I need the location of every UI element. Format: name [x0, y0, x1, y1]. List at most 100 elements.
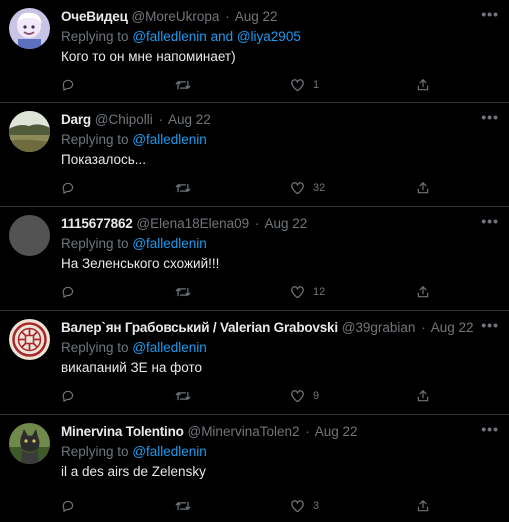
retweet-button[interactable] — [175, 387, 191, 405]
mention-link[interactable]: @falledlenin — [132, 444, 207, 459]
more-options-icon[interactable]: ••• — [481, 109, 499, 125]
tweet-actions: 3 — [61, 497, 501, 515]
mention-link[interactable]: @falledlenin — [132, 340, 207, 355]
like-count: 32 — [313, 182, 326, 194]
like-count: 3 — [313, 500, 320, 512]
replying-to-label: Replying to — [61, 340, 129, 355]
like-button[interactable]: 12 — [290, 283, 325, 301]
more-options-icon[interactable]: ••• — [481, 421, 499, 437]
tweet-text: викапаний ЗЕ на фото — [61, 360, 203, 375]
like-button[interactable]: 3 — [290, 497, 319, 515]
mention-link[interactable]: @falledlenin — [132, 132, 207, 147]
reply-button[interactable] — [61, 76, 75, 94]
cat-photo-avatar-icon — [9, 423, 50, 464]
user-handle[interactable]: @39grabian — [342, 320, 416, 335]
replying-to-line: Replying to @falledlenin — [61, 132, 207, 148]
user-handle[interactable]: @MoreUkropa — [131, 9, 219, 24]
tweet-actions: 9 — [61, 387, 501, 405]
retweet-button[interactable] — [175, 497, 191, 515]
display-name[interactable]: Валер`ян Грабовський / Valerian Grabovsk… — [61, 320, 338, 335]
replies-feed: ОчеВидец @MoreUkropa · Aug 22 ••• Replyi… — [0, 0, 509, 522]
tweet-actions: 32 — [61, 179, 501, 197]
heart-icon — [291, 500, 304, 513]
retweet-icon — [175, 183, 191, 193]
avatar[interactable] — [9, 423, 50, 464]
reply-icon — [62, 390, 74, 402]
avatar[interactable] — [9, 8, 50, 49]
ornament-symbol-avatar-icon — [9, 319, 50, 360]
retweet-icon — [175, 80, 191, 90]
replying-to-line: Replying to @falledlenin — [61, 340, 207, 356]
tweet-actions: 1 — [61, 76, 501, 94]
reply-button[interactable] — [61, 387, 75, 405]
replying-to-line: Replying to @falledlenin — [61, 444, 207, 460]
tweet-date[interactable]: Aug 22 — [315, 424, 358, 439]
share-icon — [417, 500, 429, 512]
like-button[interactable]: 32 — [290, 179, 325, 197]
display-name[interactable]: Darg — [61, 112, 91, 127]
tweet-actions: 12 — [61, 283, 501, 301]
retweet-button[interactable] — [175, 76, 191, 94]
reply-tweet[interactable]: 1115677862 @Elena18Elena09 · Aug 22 ••• … — [0, 207, 509, 311]
display-name[interactable]: Minervina Tolentino — [61, 424, 184, 439]
separator-dot: · — [421, 320, 426, 335]
replying-to-label: Replying to — [61, 29, 129, 44]
share-button[interactable] — [416, 76, 430, 94]
reply-button[interactable] — [61, 497, 75, 515]
user-handle[interactable]: @MinervinaTolen2 — [187, 424, 299, 439]
user-handle[interactable]: @Chipolli — [95, 112, 153, 127]
heart-icon — [291, 182, 304, 195]
like-count: 1 — [313, 79, 320, 91]
reply-tweet[interactable]: Валер`ян Грабовський / Valerian Grabovsk… — [0, 311, 509, 415]
tweet-header: ОчеВидец @MoreUkropa · Aug 22 — [61, 9, 278, 25]
user-handle[interactable]: @Elena18Elena09 — [136, 216, 249, 231]
heart-icon — [291, 286, 304, 299]
avatar[interactable] — [9, 319, 50, 360]
tweet-header: Валер`ян Грабовський / Valerian Grabovsk… — [61, 320, 474, 336]
tweet-text: На Зеленського схожий!!! — [61, 256, 220, 271]
display-name[interactable]: ОчеВидец — [61, 9, 128, 24]
separator-dot: · — [158, 112, 163, 127]
reply-icon — [62, 79, 74, 91]
retweet-button[interactable] — [175, 179, 191, 197]
tweet-date[interactable]: Aug 22 — [264, 216, 307, 231]
tweet-date[interactable]: Aug 22 — [431, 320, 474, 335]
default-gray-avatar-icon — [9, 215, 50, 256]
tweet-date[interactable]: Aug 22 — [168, 112, 211, 127]
tweet-date[interactable]: Aug 22 — [235, 9, 278, 24]
share-button[interactable] — [416, 283, 430, 301]
heart-icon — [291, 79, 304, 92]
avatar[interactable] — [9, 215, 50, 256]
reply-tweet[interactable]: Minervina Tolentino @MinervinaTolen2 · A… — [0, 415, 509, 522]
more-options-icon[interactable]: ••• — [481, 317, 499, 333]
mention-link[interactable]: @falledlenin — [132, 236, 207, 251]
more-options-icon[interactable]: ••• — [481, 213, 499, 229]
replying-to-label: Replying to — [61, 236, 129, 251]
reply-tweet[interactable]: ОчеВидец @MoreUkropa · Aug 22 ••• Replyi… — [0, 0, 509, 103]
share-button[interactable] — [416, 497, 430, 515]
smiling-person-avatar-icon — [9, 8, 50, 49]
display-name[interactable]: 1115677862 — [61, 216, 133, 231]
more-options-icon[interactable]: ••• — [481, 6, 499, 22]
like-count: 9 — [313, 390, 320, 402]
retweet-icon — [175, 391, 191, 401]
replying-to-label: Replying to — [61, 132, 129, 147]
like-button[interactable]: 9 — [290, 387, 319, 405]
reply-button[interactable] — [61, 179, 75, 197]
tweet-header: Darg @Chipolli · Aug 22 — [61, 112, 211, 128]
share-button[interactable] — [416, 387, 430, 405]
avatar[interactable] — [9, 111, 50, 152]
reply-button[interactable] — [61, 283, 75, 301]
separator-dot: · — [225, 9, 230, 24]
retweet-button[interactable] — [175, 283, 191, 301]
separator-dot: · — [254, 216, 260, 231]
tweet-text: Кого то он мне напоминает) — [61, 49, 236, 64]
tweet-header: Minervina Tolentino @MinervinaTolen2 · A… — [61, 424, 358, 440]
replying-to-line: Replying to @falledlenin — [61, 236, 207, 252]
reply-tweet[interactable]: Darg @Chipolli · Aug 22 ••• Replying to … — [0, 103, 509, 207]
like-button[interactable]: 1 — [290, 76, 319, 94]
replying-to-label: Replying to — [61, 444, 129, 459]
share-button[interactable] — [416, 179, 430, 197]
mention-link[interactable]: @falledlenin and @liya2905 — [132, 29, 301, 44]
tweet-header: 1115677862 @Elena18Elena09 · Aug 22 — [61, 216, 307, 232]
